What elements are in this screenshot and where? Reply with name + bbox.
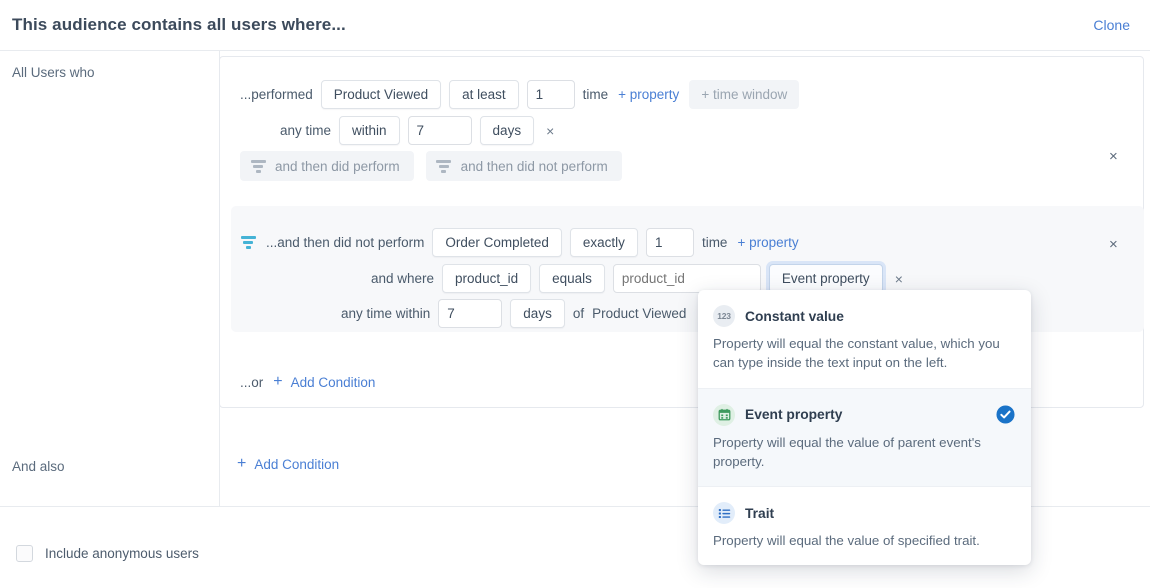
condition1-add-time-window-button[interactable]: + time window	[689, 80, 799, 109]
condition2-event-select[interactable]: Order Completed	[432, 228, 562, 257]
dropdown-item-trait[interactable]: Trait Property will equal the value of s…	[698, 487, 1031, 565]
condition1-close-button[interactable]: ×	[1105, 147, 1122, 166]
dropdown-item-event-property[interactable]: Event property Property will equal the v…	[698, 389, 1031, 488]
left-rail: All Users who And also	[0, 51, 219, 588]
and-then-did-not-perform-button[interactable]: and then did not perform	[426, 151, 622, 181]
and-also-group: + Add Condition	[237, 456, 339, 472]
condition2-property-row: and where product_id equals Event proper…	[371, 264, 907, 293]
dropdown-item-header: Event property	[713, 404, 1014, 426]
condition2-value-type-button[interactable]: Event property	[769, 264, 883, 293]
condition1-event-select[interactable]: Product Viewed	[321, 80, 441, 109]
condition1-timewindow-row: any time within days ×	[280, 116, 558, 145]
condition2-time-unit-label: time	[702, 235, 728, 250]
condition1-sequence-buttons-row: and then did perform and then did not pe…	[240, 151, 622, 181]
condition2-of-label: of	[573, 306, 584, 321]
dropdown-item-description: Property will equal the constant value, …	[713, 334, 1005, 373]
value-type-dropdown: 123 Constant value Property will equal t…	[698, 290, 1031, 565]
page-title: This audience contains all users where..…	[12, 15, 346, 35]
condition1-count-input[interactable]	[527, 80, 575, 109]
page-header: This audience contains all users where..…	[0, 0, 1150, 51]
and-then-did-not-perform-label: and then did not perform	[461, 159, 608, 174]
clone-button[interactable]: Clone	[1093, 17, 1134, 33]
rail-label-all-users: All Users who	[12, 65, 95, 80]
calendar-icon	[713, 404, 735, 426]
condition1-operator-select[interactable]: at least	[449, 80, 519, 109]
include-anonymous-row: Include anonymous users	[16, 545, 199, 562]
condition1-window-operator-select[interactable]: within	[339, 116, 400, 145]
condition1-performed-row: ...performed Product Viewed at least tim…	[240, 80, 799, 109]
condition2-any-time-within-label: any time within	[341, 306, 430, 321]
check-circle-icon	[996, 405, 1015, 424]
add-condition-button[interactable]: + Add Condition	[273, 374, 375, 390]
dropdown-item-title: Constant value	[745, 309, 844, 324]
and-then-did-perform-label: and then did perform	[275, 159, 400, 174]
condition1-remove-timewindow-button[interactable]: ×	[542, 122, 558, 140]
condition2-comparator-select[interactable]: equals	[539, 264, 605, 293]
condition2-property-select[interactable]: product_id	[442, 264, 531, 293]
filter-icon	[250, 160, 266, 173]
or-label: ...or	[240, 375, 263, 390]
condition2-label: ...and then did not perform	[266, 235, 424, 250]
condition2-close-button[interactable]: ×	[1105, 235, 1122, 254]
add-condition-label: Add Condition	[291, 375, 376, 390]
and-also-add-condition-button[interactable]: + Add Condition	[237, 456, 339, 472]
and-also-add-condition-label: Add Condition	[254, 457, 339, 472]
condition1-time-unit-label: time	[583, 87, 609, 102]
rail-label-and-also: And also	[12, 459, 65, 474]
list-icon	[713, 502, 735, 524]
include-anonymous-checkbox[interactable]	[16, 545, 33, 562]
condition2-and-where-label: and where	[371, 271, 434, 286]
condition2-operator-select[interactable]: exactly	[570, 228, 638, 257]
condition1-performed-label: ...performed	[240, 87, 313, 102]
dropdown-item-constant-value[interactable]: 123 Constant value Property will equal t…	[698, 290, 1031, 389]
condition2-window-unit-select[interactable]: days	[510, 299, 565, 328]
dropdown-item-header: Trait	[713, 502, 1014, 524]
dropdown-item-title: Event property	[745, 407, 842, 422]
condition1-any-time-label: any time	[280, 123, 331, 138]
dropdown-item-description: Property will equal the value of specifi…	[713, 531, 1005, 550]
condition2-value-input[interactable]	[613, 264, 761, 293]
condition2-add-property-button[interactable]: + property	[735, 235, 800, 250]
condition-group-footer: ...or + Add Condition	[240, 374, 375, 390]
condition2-of-event-label: Product Viewed	[592, 306, 686, 321]
plus-icon: +	[273, 374, 282, 390]
condition1-window-value-input[interactable]	[408, 116, 472, 145]
plus-icon: +	[237, 456, 246, 472]
condition2-remove-property-button[interactable]: ×	[891, 270, 907, 288]
number-123-icon: 123	[713, 305, 735, 327]
condition2-window-value-input[interactable]	[438, 299, 502, 328]
condition1-window-unit-select[interactable]: days	[480, 116, 535, 145]
condition2-timewindow-row: any time within days of Product Viewed	[341, 299, 686, 328]
and-then-did-perform-button[interactable]: and then did perform	[240, 151, 414, 181]
dropdown-item-title: Trait	[745, 506, 774, 521]
condition2-header-row: ...and then did not perform Order Comple…	[240, 228, 801, 257]
dropdown-item-header: 123 Constant value	[713, 305, 1014, 327]
filter-icon	[240, 236, 256, 249]
filter-icon	[436, 160, 452, 173]
dropdown-item-description: Property will equal the value of parent …	[713, 433, 1005, 472]
condition2-count-input[interactable]	[646, 228, 694, 257]
condition1-add-property-button[interactable]: + property	[616, 87, 681, 102]
include-anonymous-label: Include anonymous users	[45, 546, 199, 561]
